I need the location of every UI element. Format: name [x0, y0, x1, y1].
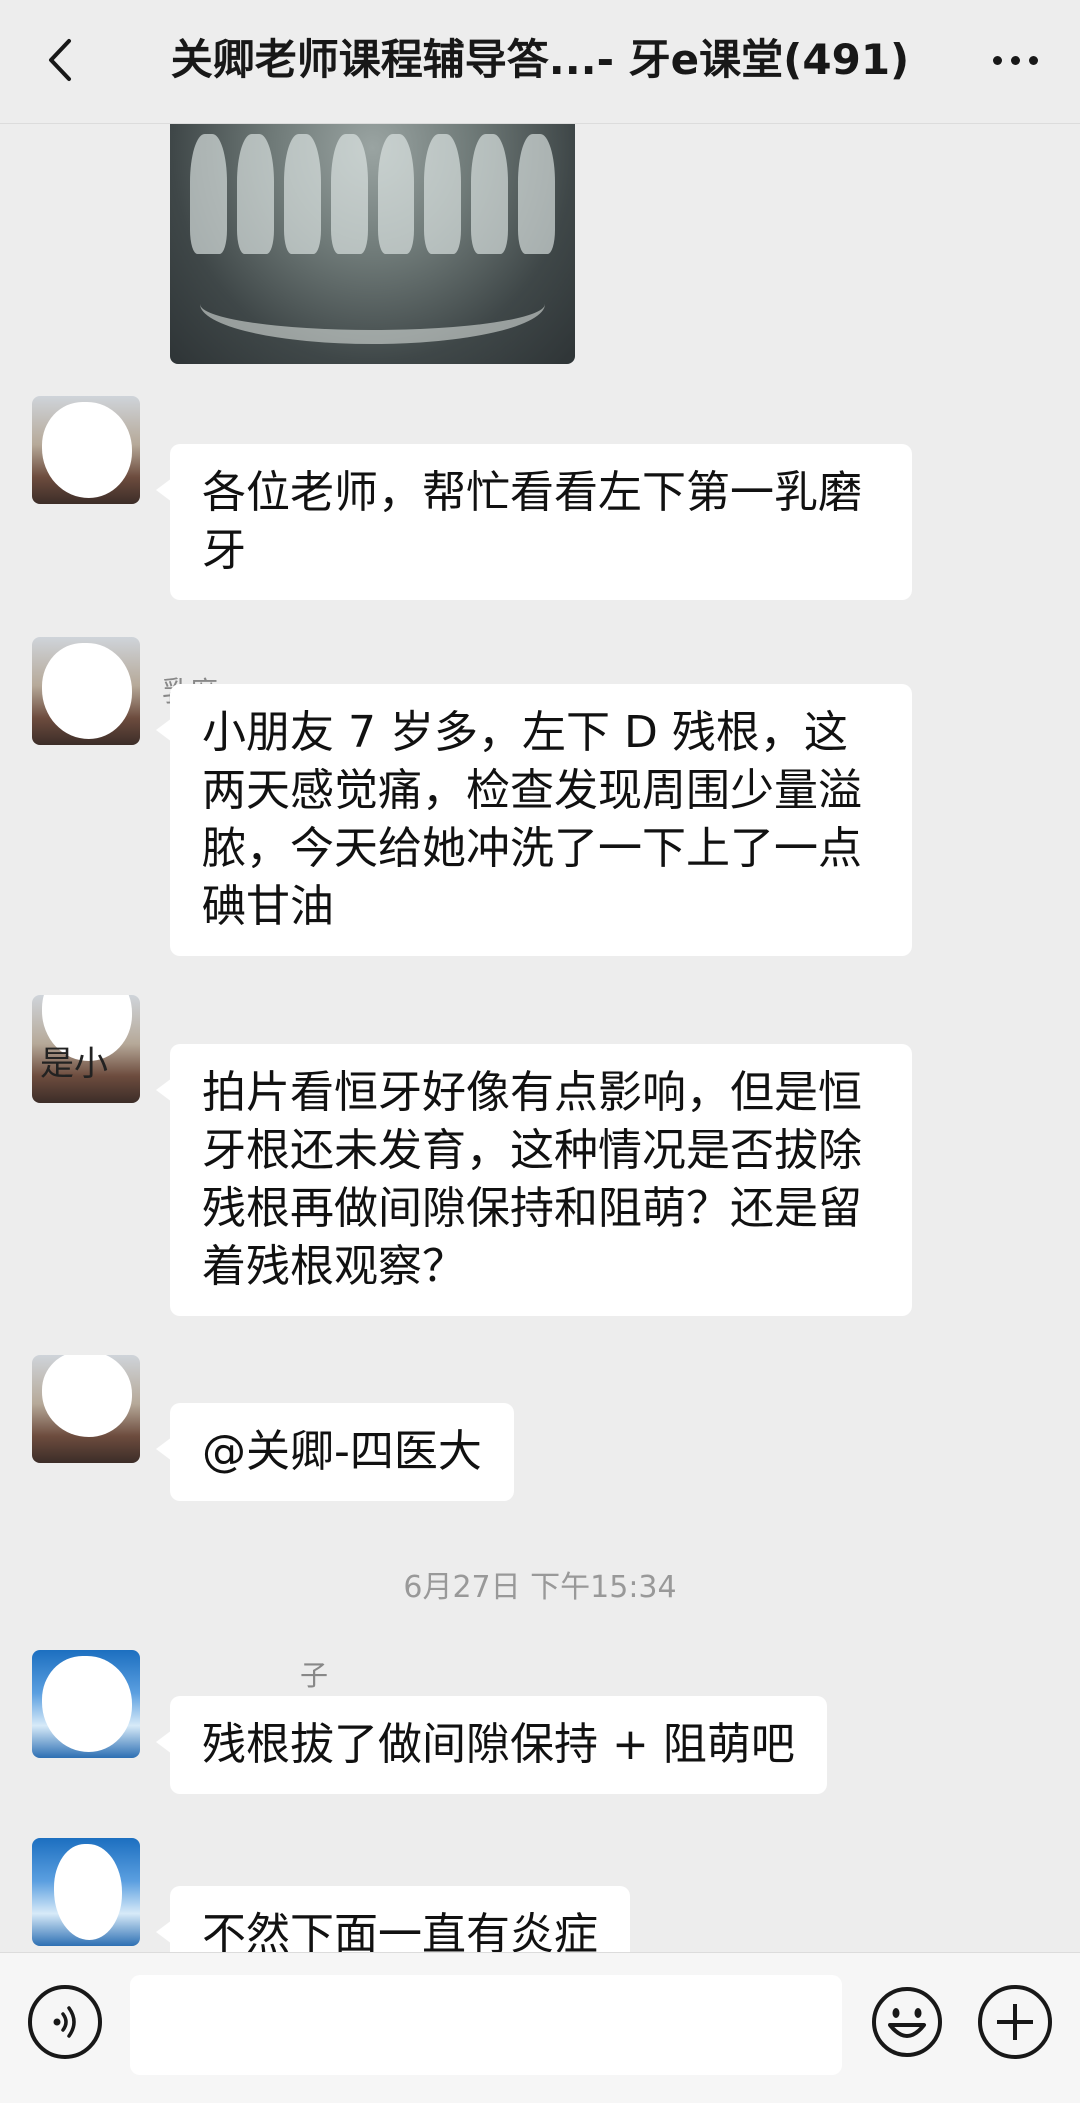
- emoji-icon: [872, 1987, 942, 2057]
- back-button[interactable]: [30, 30, 90, 90]
- sender-name: 子: [300, 1659, 329, 1692]
- message-timestamp: 6月27日 下午15:34: [403, 1570, 677, 1605]
- message-bubble[interactable]: 残根拔了做间隙保持 + 阻萌吧: [156, 1696, 827, 1794]
- message-list[interactable]: 各位老师，帮忙看看左下第一乳磨牙 乳磨 小朋友 7 岁多，左下 D 残根，这两天…: [0, 124, 1080, 1952]
- more-button[interactable]: [980, 30, 1050, 90]
- message-text: 残根拔了做间隙保持 + 阻萌吧: [202, 1719, 795, 1770]
- avatar[interactable]: [32, 1838, 140, 1946]
- message-bubble[interactable]: 各位老师，帮忙看看左下第一乳磨牙: [156, 444, 912, 600]
- more-dots-icon: [992, 55, 1002, 65]
- message-bubble[interactable]: 小朋友 7 岁多，左下 D 残根，这两天感觉痛，检查发现周围少量溢脓，今天给她冲…: [156, 684, 912, 956]
- chat-title: 关卿老师课程辅导答...- 牙e课堂(491): [170, 35, 910, 84]
- message-bubble[interactable]: 不然下面一直有炎症: [156, 1886, 630, 1952]
- avatar[interactable]: [32, 1650, 140, 1758]
- voice-button[interactable]: [28, 1985, 102, 2059]
- avatar[interactable]: [32, 637, 140, 745]
- voice-icon: [53, 2006, 76, 2038]
- message-text: 不然下面一直有炎症: [202, 1909, 598, 1952]
- message-text: @关卿-四医大: [202, 1426, 482, 1477]
- message-text: 各位老师，帮忙看看左下第一乳磨牙: [202, 467, 862, 576]
- chevron-left-icon: [49, 39, 71, 81]
- avatar[interactable]: [32, 1355, 140, 1463]
- emoji-button[interactable]: [870, 1985, 944, 2059]
- message-text: 小朋友 7 岁多，左下 D 残根，这两天感觉痛，检查发现周围少量溢脓，今天给她冲…: [202, 707, 862, 932]
- sender-name: 是小: [40, 1044, 108, 1084]
- message-bubble[interactable]: 拍片看恒牙好像有点影响，但是恒牙根还未发育，这种情况是否拔除残根再做间隙保持和阻…: [156, 1044, 912, 1316]
- avatar[interactable]: [32, 396, 140, 504]
- message-composer: [0, 1952, 1080, 2103]
- dental-xray-image[interactable]: [170, 124, 575, 364]
- message-input[interactable]: [130, 1975, 842, 2075]
- chat-header: 关卿老师课程辅导答...- 牙e课堂(491): [0, 0, 1080, 124]
- message-bubble[interactable]: @关卿-四医大: [156, 1403, 514, 1501]
- message-text: 拍片看恒牙好像有点影响，但是恒牙根还未发育，这种情况是否拔除残根再做间隙保持和阻…: [202, 1067, 862, 1292]
- plus-button[interactable]: [978, 1985, 1052, 2059]
